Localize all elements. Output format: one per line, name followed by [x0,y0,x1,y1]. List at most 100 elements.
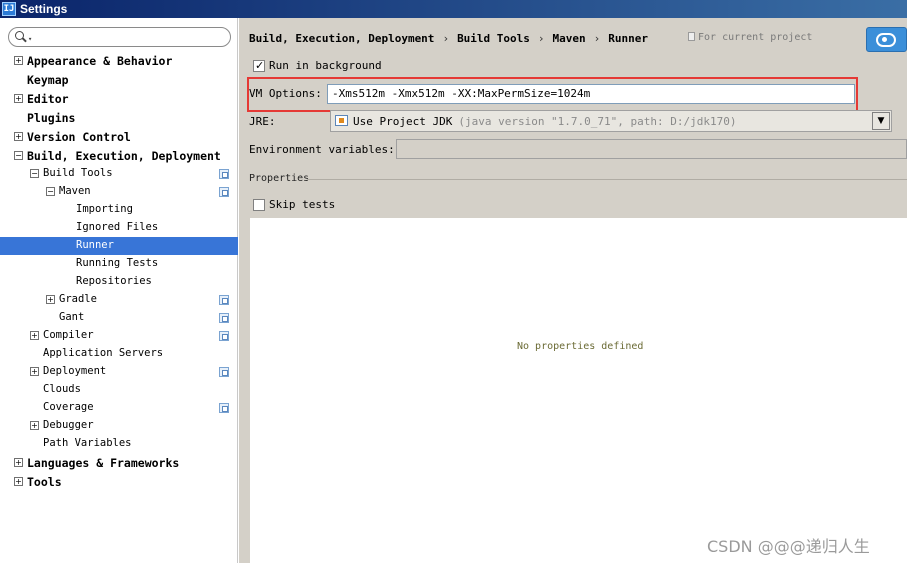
section-divider [307,179,907,180]
sidebar-item-label: Editor [27,92,69,106]
sidebar-item-application-servers[interactable]: Application Servers [0,345,238,363]
run-in-background-option[interactable]: Run in background [253,59,382,72]
expand-icon[interactable]: + [46,295,55,304]
sidebar-item-clouds[interactable]: Clouds [0,381,238,399]
collapse-icon[interactable]: − [30,169,39,178]
sidebar-item-plugins[interactable]: Plugins [0,109,238,127]
vm-options-field[interactable]: -Xms512m -Xmx512m -XX:MaxPermSize=1024m [327,84,855,104]
sidebar-item-deployment[interactable]: + Deployment [0,363,238,381]
title-bar: IJ Settings [0,0,907,18]
properties-section-title: Properties [249,173,310,184]
run-in-background-checkbox[interactable] [253,59,265,72]
sidebar-item-label: Maven [59,185,91,197]
skip-tests-label: Skip tests [269,198,336,211]
sidebar-item-languages-frameworks[interactable]: + Languages & Frameworks [0,454,238,472]
sidebar-item-maven[interactable]: − Maven [0,183,238,201]
sidebar-item-compiler[interactable]: + Compiler [0,327,238,345]
search-input[interactable] [35,30,225,44]
sidebar-item-gant[interactable]: Gant [0,309,238,327]
breadcrumb-item[interactable]: Runner [608,32,648,45]
sidebar-item-label: Version Control [27,130,131,144]
sidebar-item-importing[interactable]: Importing [0,201,238,219]
properties-table[interactable]: No properties defined [250,218,907,563]
expand-icon[interactable]: + [14,94,23,103]
expand-icon[interactable]: + [30,367,39,376]
sidebar-item-version-control[interactable]: + Version Control [0,128,238,146]
sidebar-item-label: Build Tools [43,167,113,179]
settings-sidebar: ▾ + Appearance & Behavior Keymap + Editor Plu… [0,18,238,563]
project-settings-icon [219,187,229,197]
project-settings-icon [219,331,229,341]
sidebar-item-label: Gant [59,311,85,323]
project-settings-icon [219,403,229,413]
sidebar-item-debugger[interactable]: + Debugger [0,417,238,435]
jre-select[interactable]: Use Project JDK (java version "1.7.0_71",… [330,110,892,132]
empty-properties-text: No properties defined [517,341,644,352]
project-settings-icon [219,367,229,377]
expand-icon[interactable]: + [30,331,39,340]
sidebar-item-running-tests[interactable]: Running Tests [0,255,238,273]
expand-icon[interactable]: + [14,458,23,467]
sidebar-item-label: Coverage [43,401,94,413]
intellij-icon: IJ [2,2,16,16]
breadcrumb-item[interactable]: Maven [553,32,586,45]
sidebar-item-label: Plugins [27,111,76,125]
sidebar-item-build-tools[interactable]: − Build Tools [0,165,238,183]
sidebar-item-editor[interactable]: + Editor [0,90,238,108]
jre-hint: (java version "1.7.0_71", path: D:/jdk17… [458,115,737,128]
jre-label: JRE: [249,115,276,128]
settings-search[interactable]: ▾ [8,27,231,47]
breadcrumb-item[interactable]: Build, Execution, Deployment [249,32,434,45]
sidebar-item-runner[interactable]: Runner [0,237,238,255]
sidebar-item-label: Repositories [76,275,152,287]
breadcrumb-separator: › [442,32,450,45]
sidebar-item-repositories[interactable]: Repositories [0,273,238,291]
sidebar-item-label: Appearance & Behavior [27,54,173,68]
sidebar-item-label: Running Tests [76,257,159,269]
sidebar-item-build-execution-deployment[interactable]: − Build, Execution, Deployment [0,147,238,165]
scope-note: For current project [688,32,812,43]
watermark: CSDN @@@递归人生 [707,537,870,556]
breadcrumb-separator: › [593,32,601,45]
sidebar-item-appearance-behavior[interactable]: + Appearance & Behavior [0,52,238,70]
vm-options-label: VM Options: [249,87,322,100]
sidebar-item-keymap[interactable]: Keymap [0,71,238,89]
sidebar-item-label: Build, Execution, Deployment [27,149,221,163]
window-title: Settings [20,2,68,16]
sidebar-item-label: Application Servers [43,347,164,359]
sidebar-item-label: Debugger [43,419,94,431]
env-vars-field[interactable] [396,139,907,159]
sidebar-item-label: Tools [27,475,62,489]
env-vars-label: Environment variables: [249,143,395,156]
expand-icon[interactable]: + [14,477,23,486]
expand-icon[interactable]: + [14,56,23,65]
skip-tests-checkbox[interactable] [253,198,265,211]
sidebar-item-label: Gradle [59,293,97,305]
chevron-down-icon[interactable]: ▼ [872,112,890,130]
project-scope-icon [688,32,695,41]
sidebar-item-label: Clouds [43,383,81,395]
project-settings-icon [219,169,229,179]
sidebar-item-label: Keymap [27,73,69,87]
project-settings-icon [219,313,229,323]
run-in-background-label: Run in background [269,59,382,72]
sidebar-item-gradle[interactable]: + Gradle [0,291,238,309]
sidebar-item-label: Runner [76,239,114,251]
project-settings-icon [219,295,229,305]
sidebar-item-label: Ignored Files [76,221,159,233]
sidebar-item-coverage[interactable]: Coverage [0,399,238,417]
expand-icon[interactable]: + [30,421,39,430]
sidebar-item-label: Languages & Frameworks [27,456,180,470]
skip-tests-option[interactable]: Skip tests [253,198,335,211]
sidebar-item-ignored-files[interactable]: Ignored Files [0,219,238,237]
collapse-icon[interactable]: − [46,187,55,196]
breadcrumb-item[interactable]: Build Tools [457,32,530,45]
search-icon[interactable]: ▾ [13,31,33,44]
help-button[interactable] [866,27,907,52]
expand-icon[interactable]: + [14,132,23,141]
sidebar-item-label: Compiler [43,329,94,341]
sidebar-item-tools[interactable]: + Tools [0,473,238,491]
sidebar-item-label: Importing [76,203,133,215]
collapse-icon[interactable]: − [14,151,23,160]
sidebar-item-path-variables[interactable]: Path Variables [0,435,238,453]
